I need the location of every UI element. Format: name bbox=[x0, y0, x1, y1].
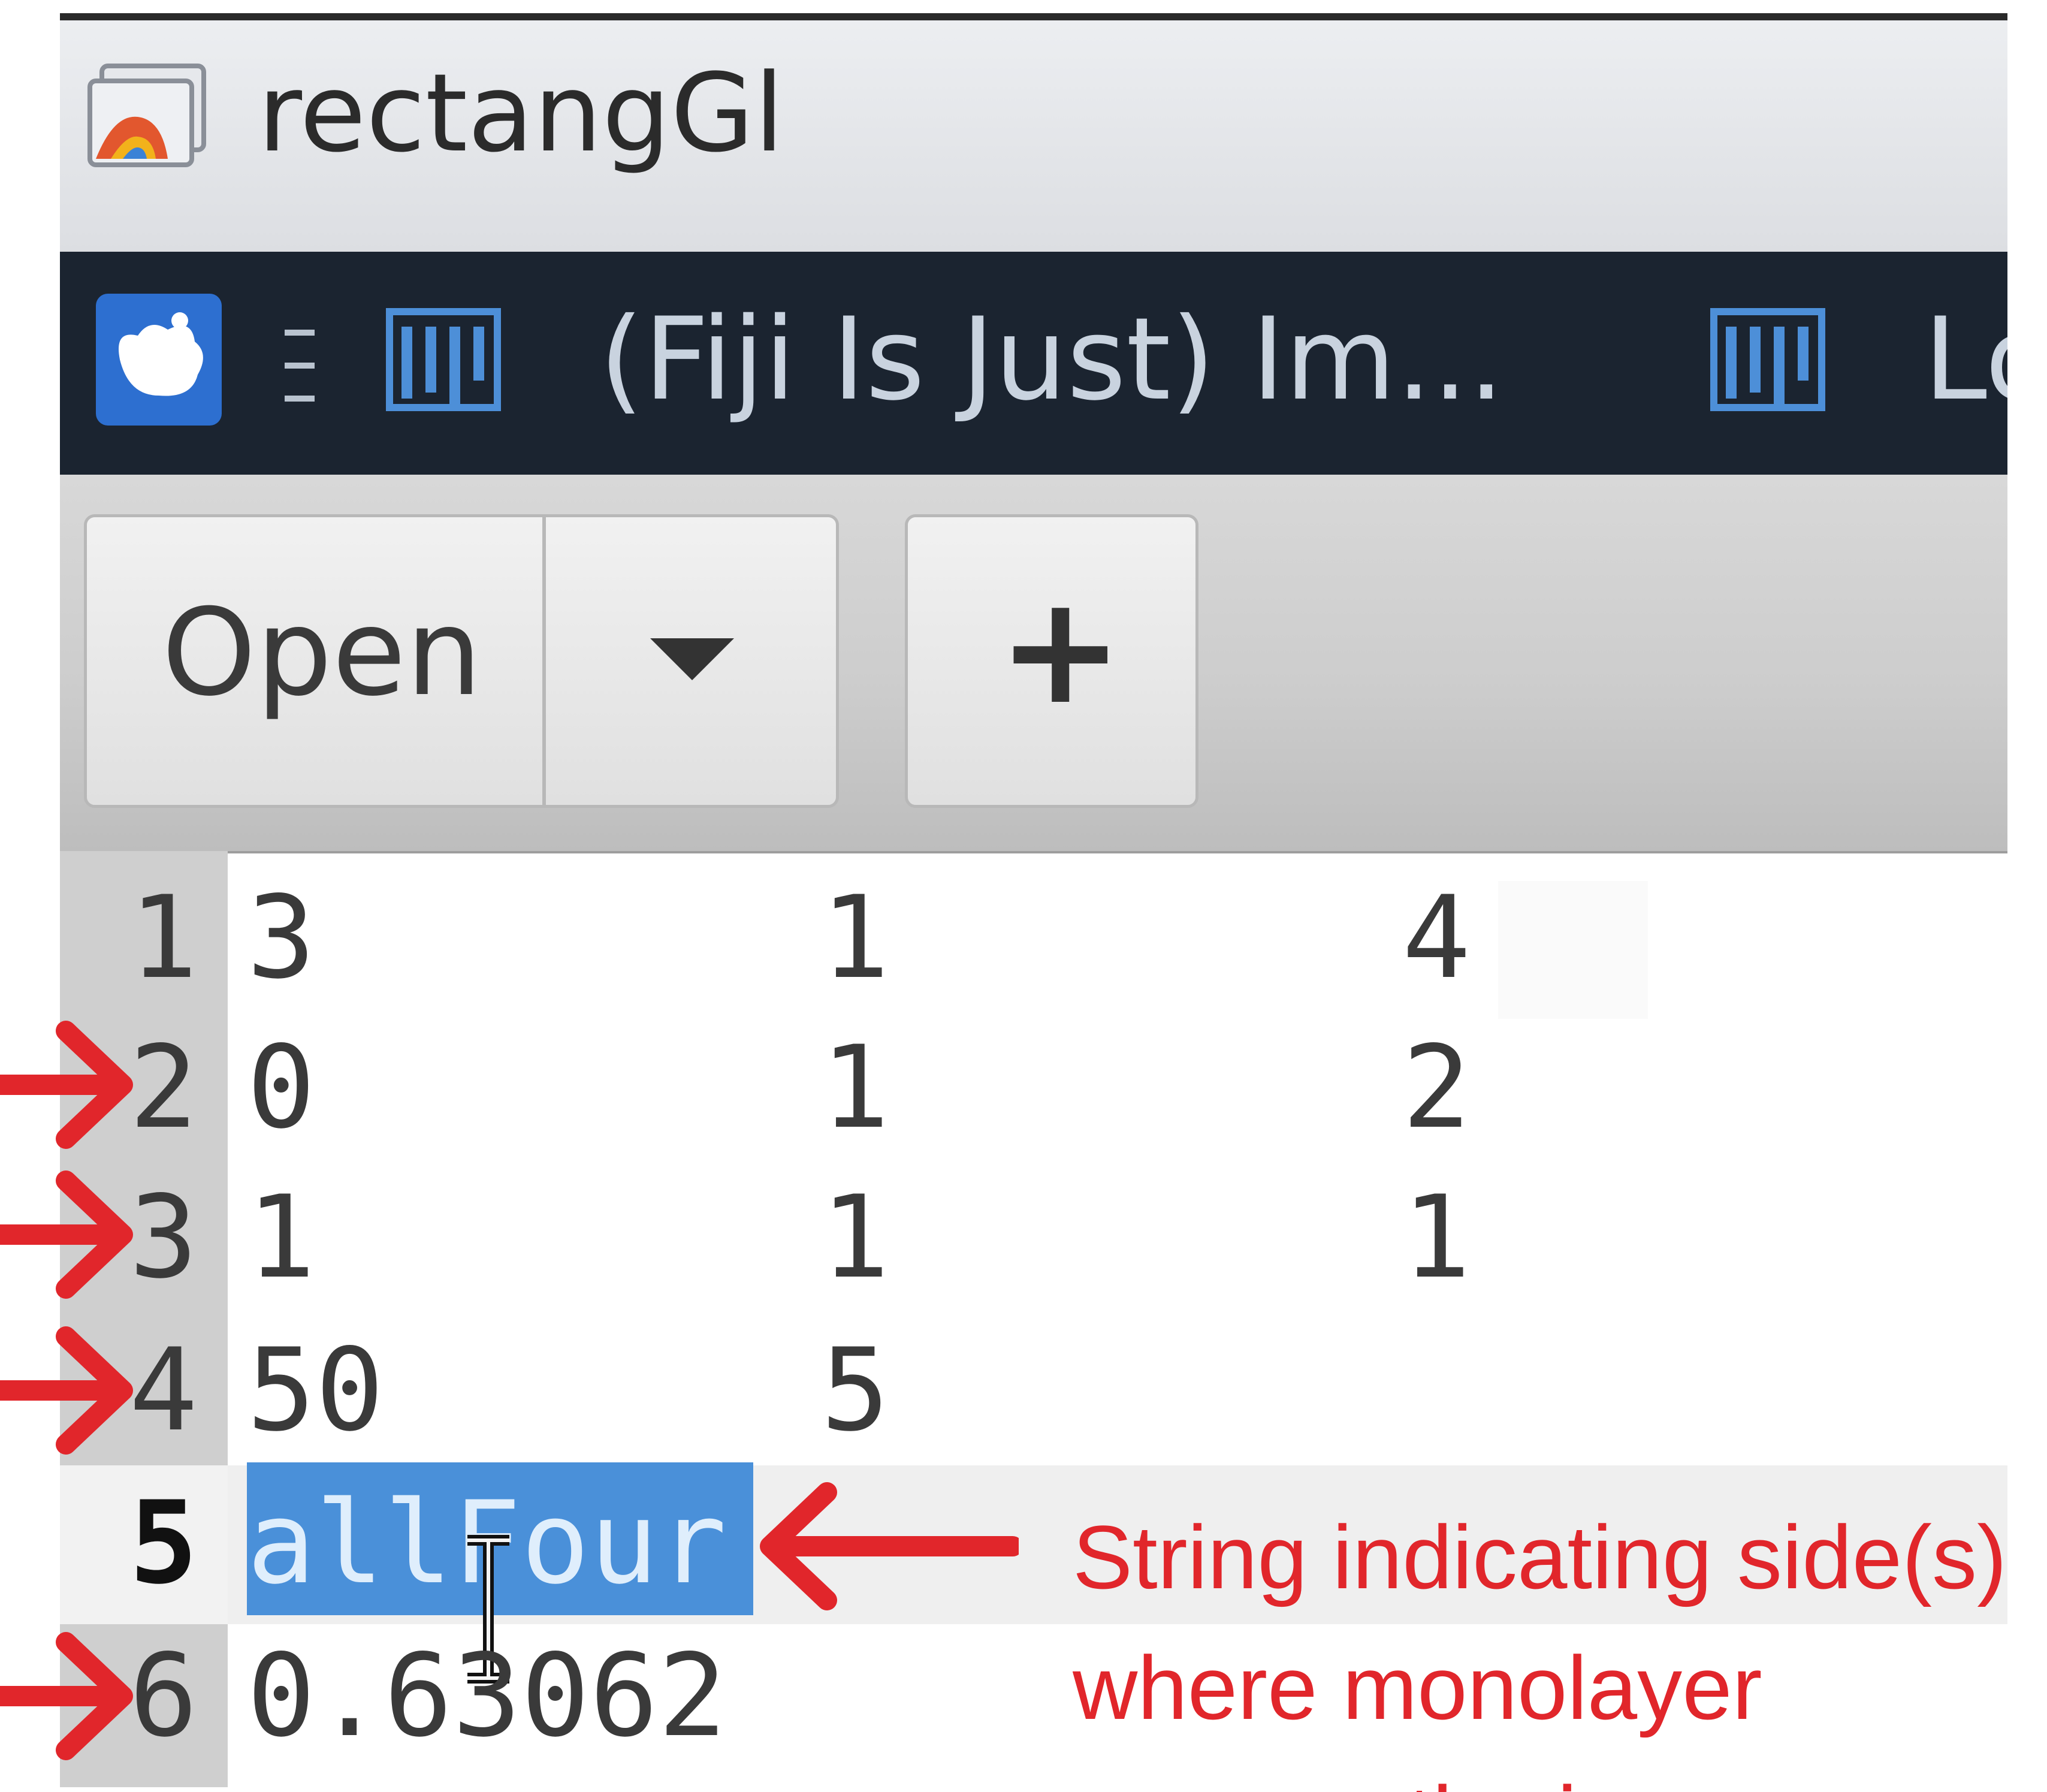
annotation-text: String indicating side(s) where monolaye… bbox=[1073, 1507, 2007, 1792]
text-cell[interactable]: 1 bbox=[247, 1181, 315, 1295]
line-number: 1 bbox=[129, 871, 198, 1004]
text-cell[interactable]: 1 bbox=[821, 1181, 889, 1295]
text-cell[interactable]: 2 bbox=[1402, 1031, 1471, 1145]
window-app-icon bbox=[78, 54, 216, 174]
text-cell[interactable]: 1 bbox=[821, 1031, 889, 1145]
top-rule bbox=[60, 13, 2007, 20]
line-number: 5 bbox=[129, 1477, 198, 1609]
arrow-icon bbox=[0, 1021, 133, 1149]
plus-icon: + bbox=[998, 563, 1124, 737]
open-button-divider bbox=[542, 514, 546, 808]
arrow-icon bbox=[0, 1326, 133, 1455]
text-cell[interactable]: 50 bbox=[247, 1334, 384, 1447]
text-cell[interactable]: 0 bbox=[247, 1031, 315, 1145]
arrow-left-icon bbox=[760, 1482, 1019, 1610]
chevron-down-icon bbox=[650, 638, 734, 680]
text-cell[interactable]: 4 bbox=[1402, 881, 1471, 995]
arrow-icon bbox=[0, 1170, 133, 1299]
text-cell[interactable]: 3 bbox=[247, 881, 315, 995]
text-cell[interactable]: 1 bbox=[821, 881, 889, 995]
fiji-icon[interactable] bbox=[384, 300, 503, 420]
menu-icon[interactable] bbox=[282, 324, 318, 408]
taskbar-item-second[interactable]: Lo bbox=[1924, 300, 2007, 420]
launcher-icon[interactable] bbox=[96, 294, 222, 426]
window-title: rectangGl bbox=[258, 51, 784, 176]
fiji-icon[interactable] bbox=[1708, 300, 1828, 420]
taskbar-item-fiji[interactable]: (Fiji Is Just) Im... bbox=[599, 300, 1505, 420]
cell-shade bbox=[1498, 881, 1648, 1019]
open-button-label: Open bbox=[162, 583, 482, 723]
text-cell[interactable]: 5 bbox=[821, 1334, 889, 1447]
text-cell[interactable]: 0.63062 bbox=[247, 1639, 727, 1753]
text-cell[interactable]: 1 bbox=[1402, 1181, 1471, 1295]
arrow-icon bbox=[0, 1632, 133, 1760]
